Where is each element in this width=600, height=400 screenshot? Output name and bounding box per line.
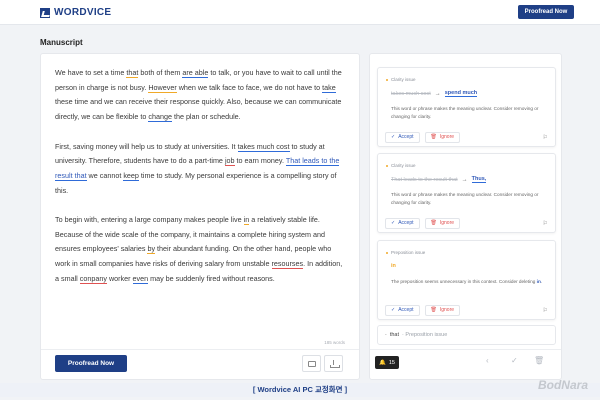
issue-type: Preposition issue — [386, 250, 425, 255]
logo[interactable]: WORDVICE — [40, 7, 111, 18]
trash-icon: 🗑 — [430, 220, 437, 226]
issues-footer: 🔔 15 ‹ ✓ 🗑 — [370, 349, 561, 379]
download-button[interactable] — [324, 355, 343, 372]
issues-panel: Clarity issue takes much cost → spend mu… — [369, 53, 562, 380]
manuscript-text[interactable]: We have to set a time that both of them … — [55, 66, 347, 301]
paragraph-3: To begin with, entering a large company … — [55, 215, 343, 284]
accept-button[interactable]: ✓ Accept — [385, 304, 420, 316]
accept-button[interactable]: ✓ Accept — [385, 131, 420, 143]
issue-card[interactable]: Clarity issue That leads to the result t… — [377, 153, 556, 233]
flagged-word[interactable]: by — [147, 244, 156, 255]
watermark: BodNara — [537, 378, 588, 392]
issue-card[interactable]: Preposition issue in The preposition see… — [377, 240, 556, 320]
flagged-word[interactable]: that — [126, 68, 139, 78]
top-bar: WORDVICE Proofread Now — [0, 0, 600, 25]
issue-description: This word or phrase makes the meaning un… — [391, 106, 539, 119]
flagged-word[interactable]: job — [224, 156, 235, 167]
accept-button[interactable]: ✓ Accept — [385, 217, 420, 229]
arrow-right-icon: → — [434, 90, 441, 97]
issue-actions: ✓ Accept 🗑 Ignore ⚐ — [385, 128, 548, 146]
suggestion-text[interactable]: in — [391, 263, 396, 269]
suggestion-text[interactable]: spend much — [444, 90, 478, 97]
header-proofread-button[interactable]: Proofread Now — [518, 5, 574, 19]
issue-dot-icon — [386, 251, 388, 254]
check-all-icon[interactable]: ✓ — [511, 356, 518, 365]
check-icon: ✓ — [391, 307, 396, 313]
arrow-right-icon: → — [461, 176, 468, 183]
chevron-left-icon[interactable]: ‹ — [486, 356, 489, 365]
logo-text: WORDVICE — [54, 7, 112, 18]
bell-icon: 🔔 — [379, 359, 386, 366]
flag-icon[interactable]: ⚐ — [543, 134, 548, 141]
issue-type-label: · Preposition issue — [402, 332, 448, 338]
logo-icon — [40, 7, 50, 18]
trash-icon: 🗑 — [430, 307, 437, 313]
paragraph-1: We have to set a time that both of them … — [55, 68, 342, 123]
flagged-word[interactable]: conpany — [79, 273, 107, 284]
issue-fix: That leads to the result that → Thus, — [391, 176, 487, 183]
editor-footer: Proofread Now — [41, 349, 359, 379]
issue-description: This word or phrase makes the meaning un… — [391, 192, 539, 205]
trash-icon: 🗑 — [430, 134, 437, 140]
issue-word: that — [389, 332, 400, 338]
flag-icon[interactable]: ⚐ — [543, 307, 548, 314]
ignore-button[interactable]: 🗑 Ignore — [424, 131, 461, 143]
issue-fix: takes much cost → spend much — [391, 90, 478, 97]
flagged-word[interactable]: However — [148, 82, 177, 93]
word-count: 185 words — [324, 340, 345, 345]
original-text: That leads to the result that — [391, 176, 458, 183]
issue-dot-icon — [386, 78, 388, 81]
flagged-word[interactable]: take — [322, 82, 336, 93]
flagged-word[interactable]: keep — [123, 170, 139, 181]
open-file-button[interactable] — [302, 355, 321, 372]
editor-panel: We have to set a time that both of them … — [40, 53, 360, 380]
trash-icon[interactable]: 🗑 — [534, 356, 544, 365]
issue-type: Clarity issue — [386, 163, 416, 168]
issue-actions: ✓ Accept 🗑 Ignore ⚐ — [385, 301, 548, 319]
issue-actions: ✓ Accept 🗑 Ignore ⚐ — [385, 214, 548, 232]
ignore-button[interactable]: 🗑 Ignore — [424, 304, 461, 316]
issue-card[interactable]: Clarity issue takes much cost → spend mu… — [377, 67, 556, 147]
flagged-word[interactable]: change — [148, 112, 172, 123]
flagged-word[interactable]: are able — [182, 68, 209, 78]
page-title: Manuscript — [40, 38, 83, 47]
suggestion-text[interactable]: Thus, — [471, 176, 487, 183]
flagged-word[interactable]: takes much cost — [237, 141, 290, 152]
ignore-button[interactable]: 🗑 Ignore — [424, 217, 461, 229]
caption: [ Wordvice AI PC 교정화면 ] — [0, 383, 600, 397]
bullet-icon: · — [385, 332, 387, 338]
flag-icon[interactable]: ⚐ — [543, 220, 548, 227]
proofread-button[interactable]: Proofread Now — [55, 355, 127, 372]
flagged-word[interactable]: even — [132, 273, 149, 284]
folder-icon — [308, 361, 316, 367]
check-icon: ✓ — [391, 220, 396, 226]
flagged-word[interactable]: resourses — [271, 259, 304, 270]
download-icon — [330, 360, 340, 368]
paragraph-2: First, saving money will help us to stud… — [55, 141, 340, 195]
issue-dot-icon — [386, 164, 388, 167]
issue-type: Clarity issue — [386, 77, 416, 82]
issue-fix: in — [391, 263, 396, 269]
original-text: takes much cost — [391, 90, 431, 97]
check-icon: ✓ — [391, 134, 396, 140]
issue-description: The preposition seems unnecessary in thi… — [391, 279, 543, 284]
collapsed-issue[interactable]: · that · Preposition issue — [377, 325, 556, 345]
issue-count-badge[interactable]: 🔔 15 — [375, 356, 399, 369]
